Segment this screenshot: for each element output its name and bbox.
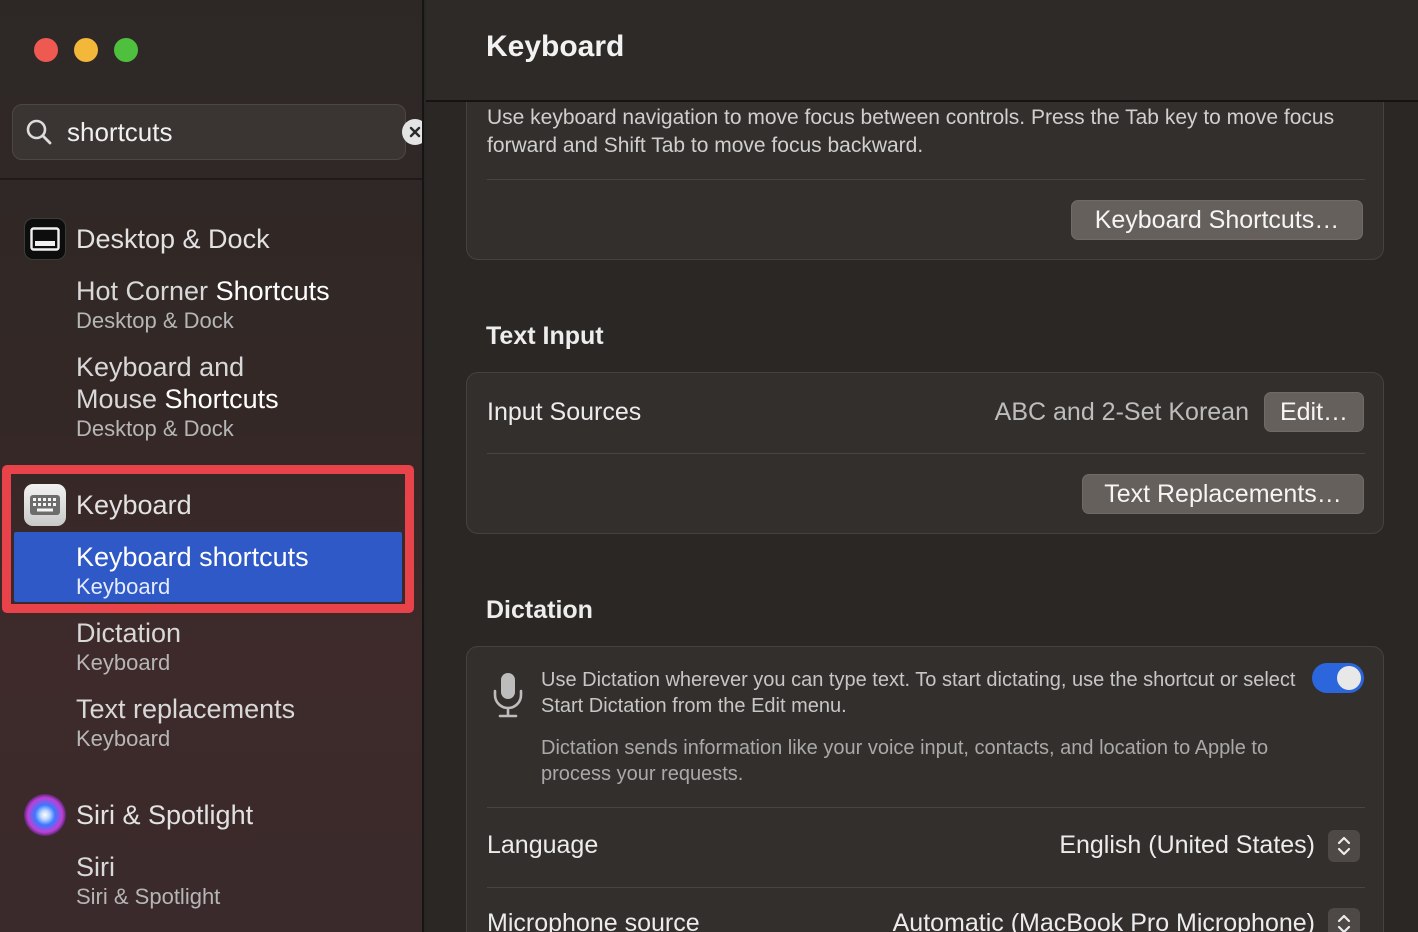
text-replacements-button[interactable]: Text Replacements… <box>1082 474 1364 514</box>
minimize-window-button[interactable] <box>74 38 98 62</box>
search-icon <box>26 119 52 145</box>
close-icon <box>409 126 421 138</box>
dictation-toggle[interactable] <box>1312 663 1364 693</box>
row-divider <box>487 887 1365 888</box>
row-divider <box>487 453 1365 454</box>
result-siri[interactable]: Siri Siri & Spotlight <box>76 851 220 911</box>
result-dictation[interactable]: Dictation Keyboard <box>76 617 181 677</box>
highlight-annotation-box <box>2 465 414 613</box>
input-sources-value: ABC and 2-Set Korean <box>994 398 1249 426</box>
microphone-source-value[interactable]: Automatic (MacBook Pro Microphone) <box>893 909 1315 932</box>
desktop-dock-icon <box>24 218 66 260</box>
dictation-privacy-note: Dictation sends information like your vo… <box>541 737 1269 785</box>
group-label: Desktop & Dock <box>76 223 270 254</box>
zoom-window-button[interactable] <box>114 38 138 62</box>
result-title: Dictation <box>76 618 182 648</box>
keyboard-navigation-description: Use keyboard navigation to move focus be… <box>487 106 1335 157</box>
section-title-text-input: Text Input <box>486 322 604 350</box>
group-header-siri-spotlight[interactable]: Siri & Spotlight <box>24 794 253 836</box>
row-divider <box>487 179 1365 180</box>
window-controls <box>34 38 138 62</box>
language-label: Language <box>487 831 599 859</box>
chevron-up-down-icon <box>1337 836 1351 856</box>
dictation-card: Use Dictation wherever you can type text… <box>466 646 1384 932</box>
result-title-match: Shortcuts <box>215 276 330 306</box>
language-value[interactable]: English (United States) <box>1059 831 1315 860</box>
system-settings-window: Desktop & Dock Hot Corner Shortcuts Desk… <box>0 0 1418 932</box>
sidebar: Desktop & Dock Hot Corner Shortcuts Desk… <box>0 0 424 932</box>
chevron-up-down-icon <box>1337 914 1351 932</box>
result-keyboard-mouse-shortcuts[interactable]: Keyboard and Mouse Shortcuts Desktop & D… <box>76 351 279 443</box>
result-hot-corner-shortcuts[interactable]: Hot Corner Shortcuts Desktop & Dock <box>76 275 330 335</box>
search-input[interactable] <box>67 116 402 148</box>
text-input-card: Input Sources ABC and 2-Set Korean Edit…… <box>466 372 1384 534</box>
page-title: Keyboard <box>486 30 625 63</box>
result-title-match: Shortcuts <box>164 384 279 414</box>
edit-input-sources-button[interactable]: Edit… <box>1264 392 1364 432</box>
search-field[interactable] <box>12 104 422 160</box>
pane-header: Keyboard <box>426 0 1418 102</box>
dictation-description: Use Dictation wherever you can type text… <box>541 669 1296 717</box>
result-title: Text replacements <box>76 694 296 724</box>
row-divider <box>487 807 1365 808</box>
result-subtitle: Keyboard <box>76 650 171 675</box>
toggle-knob <box>1337 666 1361 690</box>
keyboard-shortcuts-button[interactable]: Keyboard Shortcuts… <box>1071 200 1363 240</box>
result-subtitle: Desktop & Dock <box>76 308 234 333</box>
settings-pane: Use keyboard navigation to move focus be… <box>426 0 1418 932</box>
microphone-source-popup-button[interactable] <box>1328 908 1360 932</box>
section-title-dictation: Dictation <box>486 596 593 624</box>
result-subtitle: Keyboard <box>76 726 171 751</box>
result-subtitle: Siri & Spotlight <box>76 884 221 909</box>
result-title: Siri <box>76 852 115 882</box>
result-subtitle: Desktop & Dock <box>76 416 234 441</box>
microphone-icon <box>493 673 523 718</box>
group-label: Siri & Spotlight <box>76 799 254 830</box>
siri-icon <box>24 794 66 836</box>
clear-search-button[interactable] <box>402 119 422 145</box>
result-title: Hot Corner <box>76 276 216 306</box>
microphone-source-label: Microphone source <box>487 909 700 932</box>
language-popup-button[interactable] <box>1328 830 1360 862</box>
sidebar-divider <box>0 178 422 180</box>
input-sources-label: Input Sources <box>487 398 642 426</box>
group-header-desktop-dock[interactable]: Desktop & Dock <box>24 218 270 260</box>
result-text-replacements[interactable]: Text replacements Keyboard <box>76 693 295 753</box>
close-window-button[interactable] <box>34 38 58 62</box>
